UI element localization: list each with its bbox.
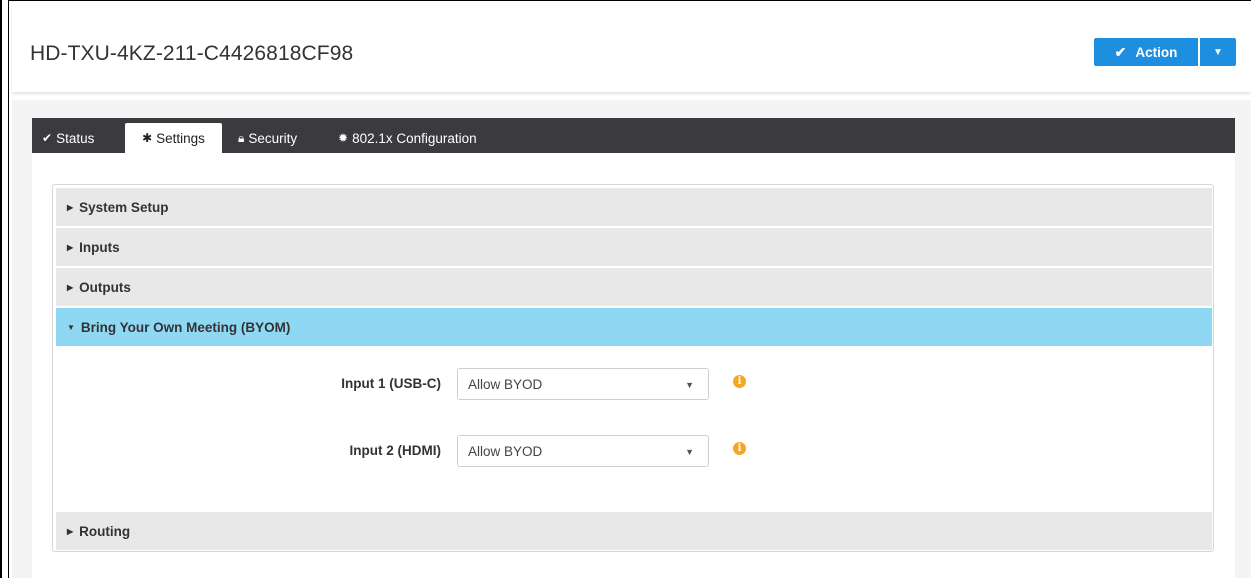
section-routing[interactable]: ▶ Routing — [56, 512, 1212, 550]
main-panel: ✔ Status ✱ Settings 🔒︎ Security ✹ 802.1x… — [12, 100, 1251, 578]
section-inputs[interactable]: ▶ Inputs — [56, 228, 1212, 266]
lock-icon: 🔒︎ — [238, 130, 245, 145]
chevron-down-icon: ▼ — [1213, 46, 1223, 58]
section-system-setup[interactable]: ▶ System Setup — [56, 188, 1212, 226]
input-2-label: Input 2 (HDMI) — [349, 443, 441, 458]
section-outputs[interactable]: ▶ Outputs — [56, 268, 1212, 306]
check-icon: ✔ — [42, 131, 53, 145]
device-title: HD-TXU-4KZ-211-C4426818CF98 — [30, 42, 354, 65]
tab-8021x-configuration[interactable]: ✹ 802.1x Configuration — [338, 123, 477, 153]
section-label: Outputs — [79, 279, 131, 295]
gear-icon: ✱ — [142, 131, 153, 145]
chevron-down-icon: ▼ — [685, 447, 694, 457]
byom-input-2-row: Input 2 (HDMI) Allow BYOD ▼ i — [53, 435, 1213, 467]
input-2-select[interactable]: Allow BYOD ▼ — [457, 435, 709, 467]
tab-security[interactable]: 🔒︎ Security — [238, 123, 297, 153]
caret-down-icon: ▼ — [67, 322, 75, 332]
action-button[interactable]: ✔ Action — [1094, 38, 1198, 66]
tab-bar: ✔ Status ✱ Settings 🔒︎ Security ✹ 802.1x… — [32, 118, 1235, 153]
input-1-select[interactable]: Allow BYOD ▼ — [457, 368, 709, 400]
device-header: HD-TXU-4KZ-211-C4426818CF98 — [12, 8, 1251, 92]
caret-right-icon: ▶ — [67, 282, 74, 292]
action-button-label: Action — [1135, 44, 1178, 60]
action-button-group: ✔ Action ▼ — [1094, 38, 1236, 66]
chevron-down-icon: ▼ — [685, 380, 694, 390]
section-byom[interactable]: ▼ Bring Your Own Meeting (BYOM) — [56, 308, 1212, 346]
tab-settings[interactable]: ✱ Settings — [125, 123, 222, 153]
section-label: System Setup — [79, 199, 169, 215]
select-value: Allow BYOD — [468, 376, 543, 392]
input-1-label: Input 1 (USB-C) — [341, 376, 441, 391]
tab-status[interactable]: ✔ Status — [42, 123, 94, 153]
tab-label: Status — [56, 130, 95, 146]
select-value: Allow BYOD — [468, 443, 543, 459]
section-label: Bring Your Own Meeting (BYOM) — [80, 319, 291, 335]
info-icon[interactable]: i — [733, 442, 746, 455]
cog-icon: ✹ — [338, 131, 349, 145]
tab-label: 802.1x Configuration — [352, 130, 477, 146]
tab-label: Security — [248, 130, 298, 146]
action-dropdown-toggle[interactable]: ▼ — [1200, 38, 1236, 66]
tab-label: Settings — [156, 130, 205, 146]
caret-right-icon: ▶ — [67, 526, 74, 536]
settings-accordion: ▶ System Setup ▶ Inputs ▶ Outputs ▼ Brin… — [52, 184, 1214, 552]
caret-right-icon: ▶ — [67, 202, 74, 212]
window-frame-left — [0, 0, 9, 578]
check-icon: ✔ — [1114, 43, 1127, 60]
byom-input-1-row: Input 1 (USB-C) Allow BYOD ▼ i — [53, 368, 1213, 400]
caret-right-icon: ▶ — [67, 242, 74, 252]
info-icon[interactable]: i — [733, 375, 746, 388]
section-label: Routing — [79, 523, 131, 539]
settings-content: ▶ System Setup ▶ Inputs ▶ Outputs ▼ Brin… — [32, 153, 1235, 578]
section-label: Inputs — [79, 239, 120, 255]
window-frame-top — [0, 0, 1251, 7]
